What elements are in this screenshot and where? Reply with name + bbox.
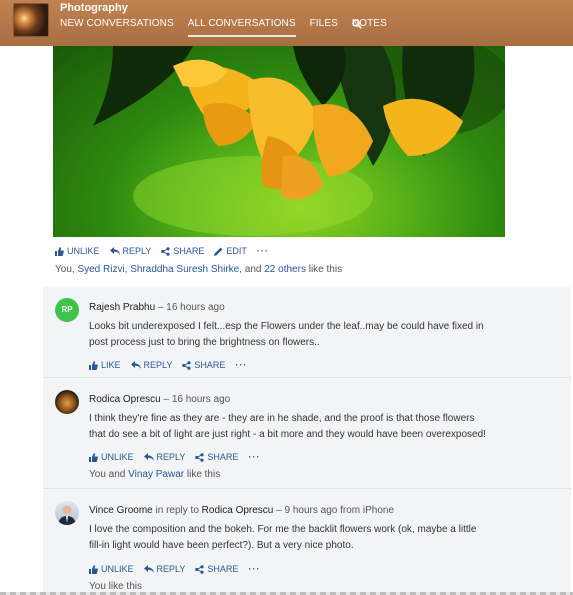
reply-label: REPLY — [143, 360, 173, 370]
group-header: Photography NEW CONVERSATIONS ALL CONVER… — [0, 0, 573, 46]
share-icon — [182, 360, 191, 370]
share-button[interactable]: SHARE — [195, 452, 238, 462]
liker-link[interactable]: Syed Rizvi — [77, 264, 124, 275]
comment-line: that do see a bit of light are just righ… — [89, 429, 486, 440]
comment-body: I love the composition and the bokeh. Fo… — [89, 522, 559, 554]
group-nav: NEW CONVERSATIONS ALL CONVERSATIONS FILE… — [60, 18, 401, 37]
comment-header: Vince Groome in reply to Rodica Oprescu … — [89, 505, 394, 516]
share-label: SHARE — [173, 246, 205, 256]
others-link[interactable]: 22 others — [264, 264, 306, 275]
comment-line: I think they're fine as they are - they … — [89, 413, 475, 424]
flower-image — [93, 46, 505, 236]
share-icon — [195, 564, 204, 574]
pencil-icon — [214, 247, 223, 256]
comment-author[interactable]: Vince Groome — [89, 505, 153, 516]
more-options-button[interactable]: ··· — [235, 360, 247, 370]
group-title[interactable]: Photography — [60, 2, 128, 14]
reply-button[interactable]: REPLY — [143, 452, 186, 462]
thumbs-up-icon — [89, 360, 98, 370]
comment-line: Looks bit underexposed I felt...esp the … — [89, 321, 484, 332]
liker-link[interactable]: Shraddha Suresh Shirke — [130, 264, 239, 275]
reply-label: REPLY — [156, 564, 186, 574]
unlike-label: UNLIKE — [101, 452, 134, 462]
tab-files[interactable]: FILES — [310, 18, 338, 37]
more-options-button[interactable]: ··· — [248, 564, 260, 574]
share-label: SHARE — [207, 564, 239, 574]
unlike-label: UNLIKE — [101, 564, 134, 574]
comment-line: I love the composition and the bokeh. Fo… — [89, 524, 477, 535]
like-button[interactable]: LIKE — [89, 360, 121, 370]
comment-actions: UNLIKE REPLY SHARE ··· — [89, 452, 260, 462]
share-button[interactable]: SHARE — [182, 360, 225, 370]
avatar[interactable]: RP — [55, 298, 79, 322]
comment-header: Rajesh Prabhu – 16 hours ago — [89, 302, 225, 313]
liker-link[interactable]: Vinay Pawar — [128, 469, 184, 480]
comment-actions: UNLIKE REPLY SHARE ··· — [89, 564, 260, 574]
reply-icon — [130, 361, 141, 369]
unlike-label: UNLIKE — [67, 246, 100, 256]
reply-icon — [143, 565, 154, 573]
likes-prefix: You and — [89, 469, 129, 480]
edit-label: EDIT — [226, 246, 247, 256]
share-icon — [195, 452, 204, 462]
likes-conjunction: , and — [239, 264, 265, 275]
thumbs-up-icon — [55, 246, 64, 256]
reply-button[interactable]: REPLY — [130, 360, 173, 370]
post-photo[interactable] — [53, 46, 505, 237]
comment-time: – 16 hours ago — [155, 302, 225, 313]
comment-time: – 16 hours ago — [160, 394, 231, 405]
comment-item: Vince Groome in reply to Rodica Oprescu … — [43, 489, 571, 595]
reply-text: in reply to — [152, 505, 202, 516]
unlike-button[interactable]: UNLIKE — [55, 246, 100, 256]
reply-icon — [109, 247, 120, 255]
reply-button[interactable]: REPLY — [109, 246, 152, 256]
likes-suffix: like this — [305, 264, 343, 275]
reply-button[interactable]: REPLY — [143, 564, 186, 574]
search-icon[interactable] — [352, 19, 362, 29]
share-label: SHARE — [207, 452, 239, 462]
tab-all-conversations[interactable]: ALL CONVERSATIONS — [187, 18, 296, 37]
thumbs-up-icon — [89, 564, 98, 574]
comment-item: RP Rajesh Prabhu – 16 hours ago Looks bi… — [43, 287, 571, 378]
comment-author[interactable]: Rajesh Prabhu — [89, 302, 155, 313]
likes-suffix: like this — [184, 469, 221, 480]
avatar[interactable] — [55, 501, 79, 525]
edit-button[interactable]: EDIT — [214, 246, 247, 256]
group-avatar[interactable] — [13, 3, 49, 37]
reply-label: REPLY — [156, 452, 186, 462]
comment-thread: RP Rajesh Prabhu – 16 hours ago Looks bi… — [43, 287, 571, 595]
comment-header: Rodica Oprescu – 16 hours ago — [89, 394, 230, 405]
like-label: LIKE — [101, 360, 121, 370]
comment-line: fill-in light would have been perfect?).… — [89, 540, 354, 551]
thumbs-up-icon — [89, 452, 98, 462]
share-label: SHARE — [194, 360, 226, 370]
reply-icon — [143, 453, 154, 461]
comment-likes: You like this — [89, 581, 142, 592]
comment-author[interactable]: Rodica Oprescu — [89, 394, 161, 405]
comment-body: Looks bit underexposed I felt...esp the … — [89, 319, 559, 351]
comment-line: post process just to bring the brightnes… — [89, 337, 320, 348]
reply-label: REPLY — [122, 246, 152, 256]
unlike-button[interactable]: UNLIKE — [89, 452, 134, 462]
comment-body: I think they're fine as they are - they … — [89, 411, 559, 443]
tab-new-conversations[interactable]: NEW CONVERSATIONS — [60, 18, 174, 37]
comment-item: Rodica Oprescu – 16 hours ago I think th… — [43, 378, 571, 489]
unlike-button[interactable]: UNLIKE — [89, 564, 134, 574]
person-photo — [58, 505, 76, 525]
post-actions: UNLIKE REPLY SHARE EDIT ··· — [55, 246, 269, 256]
comment-likes: You and Vinay Pawar like this — [89, 469, 220, 480]
comment-time: – 9 hours ago from iPhone — [273, 505, 395, 516]
share-icon — [161, 246, 170, 256]
post-likes: You, Syed Rizvi, Shraddha Suresh Shirke,… — [55, 264, 342, 275]
share-button[interactable]: SHARE — [195, 564, 238, 574]
share-button[interactable]: SHARE — [161, 246, 204, 256]
likes-prefix: You, — [55, 264, 78, 275]
more-options-button[interactable]: ··· — [257, 246, 269, 256]
comment-actions: LIKE REPLY SHARE ··· — [89, 360, 247, 370]
avatar[interactable] — [55, 390, 79, 414]
reply-to-author[interactable]: Rodica Oprescu — [202, 505, 274, 516]
more-options-button[interactable]: ··· — [248, 452, 260, 462]
